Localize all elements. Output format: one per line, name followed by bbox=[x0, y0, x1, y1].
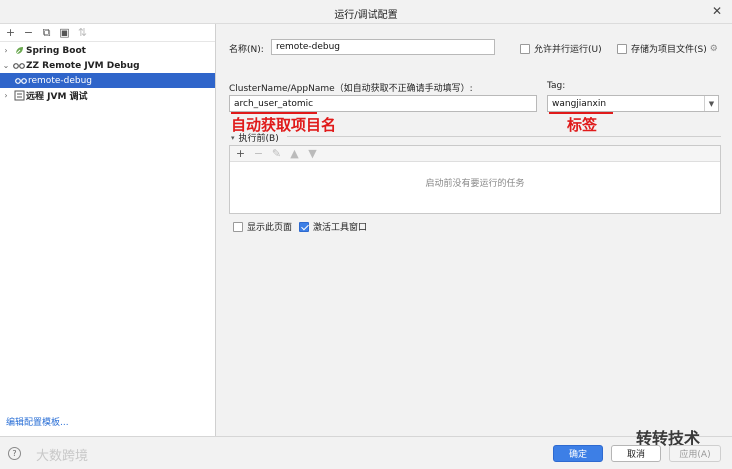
folder-icon[interactable]: ▣ bbox=[59, 27, 70, 38]
store-as-file-label: 存储为项目文件(S) bbox=[631, 45, 707, 55]
title-bar: 运行/调试配置 ✕ bbox=[0, 0, 732, 24]
apply-button[interactable]: 应用(A) bbox=[669, 445, 721, 462]
spring-boot-icon bbox=[12, 45, 26, 56]
before-launch-empty-text: 启动前没有要运行的任务 bbox=[425, 179, 525, 189]
tree-item-zz-remote-jvm-debug[interactable]: ⌄ ZZ Remote JVM Debug bbox=[0, 58, 215, 73]
section-divider bbox=[287, 136, 721, 137]
edit-templates-link[interactable]: 编辑配置模板... bbox=[6, 415, 69, 428]
activate-tool-label: 激活工具窗口 bbox=[313, 223, 368, 233]
name-label: 名称(N): bbox=[229, 45, 264, 55]
move-down-icon[interactable]: ▼ bbox=[307, 148, 318, 159]
add-icon[interactable]: + bbox=[5, 27, 16, 38]
help-icon[interactable]: ? bbox=[8, 447, 21, 460]
chevron-right-icon[interactable]: › bbox=[0, 46, 12, 55]
tree-item-label: ZZ Remote JVM Debug bbox=[26, 60, 140, 71]
tree-item-label: Spring Boot bbox=[26, 45, 86, 56]
move-up-icon[interactable]: ▲ bbox=[289, 148, 300, 159]
checkbox-box[interactable] bbox=[520, 43, 530, 54]
chevron-down-icon[interactable]: ⌄ bbox=[0, 61, 12, 70]
remote-jvm-icon bbox=[12, 90, 26, 101]
before-launch-toolbar: + − ✎ ▲ ▼ bbox=[230, 146, 720, 162]
edit-icon[interactable]: ✎ bbox=[271, 148, 282, 159]
checkbox-box-checked[interactable] bbox=[299, 221, 309, 232]
before-launch-label: 执行前(B) bbox=[238, 134, 279, 144]
add-icon[interactable]: + bbox=[235, 148, 246, 159]
allow-parallel-label: 允许并行运行(U) bbox=[534, 45, 602, 55]
checkbox-box[interactable] bbox=[233, 221, 243, 232]
remove-icon[interactable]: − bbox=[253, 148, 264, 159]
tree-item-label: 远程 JVM 调试 bbox=[26, 92, 88, 102]
name-input[interactable]: remote-debug bbox=[271, 39, 495, 55]
tree-item-remote-debug[interactable]: remote-debug bbox=[0, 73, 215, 88]
remote-debug-icon bbox=[14, 77, 28, 85]
tree-item-remote-jvm-debug[interactable]: › 远程 JVM 调试 bbox=[0, 88, 215, 103]
window-title: 运行/调试配置 bbox=[334, 10, 398, 21]
gear-icon[interactable]: ⚙ bbox=[710, 44, 718, 54]
cluster-label: ClusterName/AppName（如自动获取不正确请手动填写）: bbox=[229, 84, 473, 94]
tag-label: Tag: bbox=[547, 81, 566, 91]
store-as-file-checkbox[interactable]: 存储为项目文件(S) ⚙ bbox=[617, 42, 718, 55]
show-page-label: 显示此页面 bbox=[247, 223, 293, 233]
activate-tool-checkbox[interactable]: 激活工具窗口 bbox=[299, 220, 367, 233]
copy-icon[interactable]: ⧉ bbox=[41, 27, 52, 38]
watermark-left: 大数跨境 bbox=[36, 449, 89, 464]
allow-parallel-checkbox[interactable]: 允许并行运行(U) bbox=[520, 42, 602, 55]
sort-icon[interactable]: ⇅ bbox=[77, 27, 88, 38]
chevron-right-icon[interactable]: › bbox=[0, 91, 12, 100]
remove-icon[interactable]: − bbox=[23, 27, 34, 38]
close-icon[interactable]: ✕ bbox=[712, 4, 722, 18]
tree-toolbar: + − ⧉ ▣ ⇅ bbox=[0, 24, 215, 42]
chevron-down-icon[interactable]: ▾ bbox=[231, 134, 235, 142]
config-form: 名称(N): remote-debug 允许并行运行(U) 存储为项目文件(S)… bbox=[217, 24, 732, 436]
dialog-button-bar: ? 大数跨境 转转技术 确定 取消 应用(A) bbox=[0, 429, 732, 469]
config-tree: › Spring Boot ⌄ ZZ Remote JVM Debug remo… bbox=[0, 42, 215, 103]
tag-select[interactable]: wangjianxin ▼ bbox=[547, 95, 719, 112]
before-launch-panel: + − ✎ ▲ ▼ 启动前没有要运行的任务 bbox=[229, 145, 721, 214]
tree-item-label: remote-debug bbox=[28, 75, 93, 86]
cluster-input[interactable]: arch_user_atomic bbox=[229, 95, 537, 112]
checkbox-box[interactable] bbox=[617, 43, 627, 54]
ok-button[interactable]: 确定 bbox=[553, 445, 603, 462]
cancel-button[interactable]: 取消 bbox=[611, 445, 661, 462]
show-page-checkbox[interactable]: 显示此页面 bbox=[233, 220, 292, 233]
annotation-tag: 标签 bbox=[567, 116, 598, 134]
remote-debug-icon bbox=[12, 62, 26, 70]
before-launch-header[interactable]: ▾ 执行前(B) bbox=[231, 131, 279, 145]
tag-value: wangjianxin bbox=[552, 98, 607, 109]
tree-item-spring-boot[interactable]: › Spring Boot bbox=[0, 43, 215, 58]
config-tree-panel: + − ⧉ ▣ ⇅ › Spring Boot ⌄ ZZ Remote JVM … bbox=[0, 24, 216, 436]
chevron-down-icon[interactable]: ▼ bbox=[704, 96, 718, 111]
